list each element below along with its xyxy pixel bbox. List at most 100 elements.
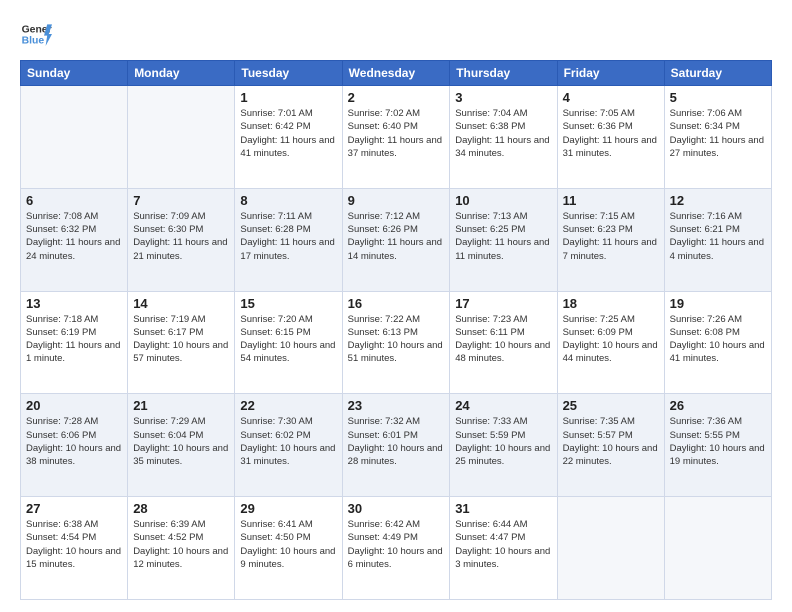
header: General Blue	[20, 18, 772, 50]
calendar-cell: 27 Sunrise: 6:38 AMSunset: 4:54 PMDayligh…	[21, 497, 128, 600]
day-number: 12	[670, 193, 766, 208]
day-info: Sunrise: 7:02 AMSunset: 6:40 PMDaylight:…	[348, 107, 445, 160]
calendar-cell: 20 Sunrise: 7:28 AMSunset: 6:06 PMDayligh…	[21, 394, 128, 497]
weekday-header-friday: Friday	[557, 61, 664, 86]
week-row-2: 6 Sunrise: 7:08 AMSunset: 6:32 PMDaylight…	[21, 188, 772, 291]
day-number: 24	[455, 398, 551, 413]
day-info: Sunrise: 6:41 AMSunset: 4:50 PMDaylight:…	[240, 518, 336, 571]
calendar-cell: 21 Sunrise: 7:29 AMSunset: 6:04 PMDayligh…	[128, 394, 235, 497]
day-info: Sunrise: 7:08 AMSunset: 6:32 PMDaylight:…	[26, 210, 122, 263]
day-number: 7	[133, 193, 229, 208]
calendar-cell: 4 Sunrise: 7:05 AMSunset: 6:36 PMDaylight…	[557, 86, 664, 189]
day-number: 23	[348, 398, 445, 413]
calendar: SundayMondayTuesdayWednesdayThursdayFrid…	[20, 60, 772, 600]
calendar-cell: 23 Sunrise: 7:32 AMSunset: 6:01 PMDayligh…	[342, 394, 450, 497]
calendar-cell: 1 Sunrise: 7:01 AMSunset: 6:42 PMDaylight…	[235, 86, 342, 189]
day-number: 1	[240, 90, 336, 105]
week-row-1: 1 Sunrise: 7:01 AMSunset: 6:42 PMDaylight…	[21, 86, 772, 189]
calendar-cell: 17Sunrise: 7:23 AMSunset: 6:11 PMDayligh…	[450, 291, 557, 394]
day-number: 31	[455, 501, 551, 516]
day-number: 25	[563, 398, 659, 413]
day-number: 5	[670, 90, 766, 105]
day-info: Sunrise: 6:38 AMSunset: 4:54 PMDaylight:…	[26, 518, 122, 571]
day-info: Sunrise: 7:18 AMSunset: 6:19 PMDaylight:…	[26, 313, 122, 366]
calendar-cell: 11Sunrise: 7:15 AMSunset: 6:23 PMDayligh…	[557, 188, 664, 291]
day-info: Sunrise: 7:22 AMSunset: 6:13 PMDaylight:…	[348, 313, 445, 366]
day-number: 16	[348, 296, 445, 311]
calendar-cell: 19Sunrise: 7:26 AMSunset: 6:08 PMDayligh…	[664, 291, 771, 394]
calendar-cell: 6 Sunrise: 7:08 AMSunset: 6:32 PMDaylight…	[21, 188, 128, 291]
day-number: 26	[670, 398, 766, 413]
day-number: 13	[26, 296, 122, 311]
calendar-cell: 5 Sunrise: 7:06 AMSunset: 6:34 PMDaylight…	[664, 86, 771, 189]
week-row-4: 20 Sunrise: 7:28 AMSunset: 6:06 PMDayligh…	[21, 394, 772, 497]
day-info: Sunrise: 7:25 AMSunset: 6:09 PMDaylight:…	[563, 313, 659, 366]
calendar-cell: 16 Sunrise: 7:22 AMSunset: 6:13 PMDayligh…	[342, 291, 450, 394]
day-number: 10	[455, 193, 551, 208]
day-number: 15	[240, 296, 336, 311]
weekday-header-wednesday: Wednesday	[342, 61, 450, 86]
day-number: 14	[133, 296, 229, 311]
day-info: Sunrise: 7:28 AMSunset: 6:06 PMDaylight:…	[26, 415, 122, 468]
day-info: Sunrise: 7:29 AMSunset: 6:04 PMDaylight:…	[133, 415, 229, 468]
day-number: 27	[26, 501, 122, 516]
day-info: Sunrise: 6:39 AMSunset: 4:52 PMDaylight:…	[133, 518, 229, 571]
calendar-cell: 12 Sunrise: 7:16 AMSunset: 6:21 PMDayligh…	[664, 188, 771, 291]
day-info: Sunrise: 7:12 AMSunset: 6:26 PMDaylight:…	[348, 210, 445, 263]
calendar-cell: 31 Sunrise: 6:44 AMSunset: 4:47 PMDayligh…	[450, 497, 557, 600]
calendar-cell: 22 Sunrise: 7:30 AMSunset: 6:02 PMDayligh…	[235, 394, 342, 497]
day-number: 3	[455, 90, 551, 105]
weekday-header-thursday: Thursday	[450, 61, 557, 86]
weekday-header-tuesday: Tuesday	[235, 61, 342, 86]
day-number: 6	[26, 193, 122, 208]
day-number: 19	[670, 296, 766, 311]
calendar-cell: 24 Sunrise: 7:33 AMSunset: 5:59 PMDayligh…	[450, 394, 557, 497]
calendar-cell: 30 Sunrise: 6:42 AMSunset: 4:49 PMDayligh…	[342, 497, 450, 600]
day-info: Sunrise: 7:15 AMSunset: 6:23 PMDaylight:…	[563, 210, 659, 263]
day-number: 30	[348, 501, 445, 516]
calendar-cell: 13 Sunrise: 7:18 AMSunset: 6:19 PMDayligh…	[21, 291, 128, 394]
day-number: 18	[563, 296, 659, 311]
calendar-cell: 26 Sunrise: 7:36 AMSunset: 5:55 PMDayligh…	[664, 394, 771, 497]
day-number: 28	[133, 501, 229, 516]
day-info: Sunrise: 7:16 AMSunset: 6:21 PMDaylight:…	[670, 210, 766, 263]
day-number: 17	[455, 296, 551, 311]
day-number: 9	[348, 193, 445, 208]
calendar-cell: 28 Sunrise: 6:39 AMSunset: 4:52 PMDayligh…	[128, 497, 235, 600]
day-info: Sunrise: 7:06 AMSunset: 6:34 PMDaylight:…	[670, 107, 766, 160]
day-info: Sunrise: 7:36 AMSunset: 5:55 PMDaylight:…	[670, 415, 766, 468]
day-info: Sunrise: 7:32 AMSunset: 6:01 PMDaylight:…	[348, 415, 445, 468]
day-number: 29	[240, 501, 336, 516]
day-number: 4	[563, 90, 659, 105]
weekday-header-saturday: Saturday	[664, 61, 771, 86]
day-info: Sunrise: 7:04 AMSunset: 6:38 PMDaylight:…	[455, 107, 551, 160]
day-info: Sunrise: 7:33 AMSunset: 5:59 PMDaylight:…	[455, 415, 551, 468]
day-info: Sunrise: 7:01 AMSunset: 6:42 PMDaylight:…	[240, 107, 336, 160]
calendar-cell: 8 Sunrise: 7:11 AMSunset: 6:28 PMDaylight…	[235, 188, 342, 291]
calendar-cell	[664, 497, 771, 600]
day-number: 20	[26, 398, 122, 413]
calendar-cell: 2 Sunrise: 7:02 AMSunset: 6:40 PMDaylight…	[342, 86, 450, 189]
week-row-3: 13 Sunrise: 7:18 AMSunset: 6:19 PMDayligh…	[21, 291, 772, 394]
day-info: Sunrise: 7:20 AMSunset: 6:15 PMDaylight:…	[240, 313, 336, 366]
calendar-cell: 3 Sunrise: 7:04 AMSunset: 6:38 PMDaylight…	[450, 86, 557, 189]
weekday-header-sunday: Sunday	[21, 61, 128, 86]
calendar-cell: 29 Sunrise: 6:41 AMSunset: 4:50 PMDayligh…	[235, 497, 342, 600]
day-number: 8	[240, 193, 336, 208]
calendar-cell	[128, 86, 235, 189]
day-info: Sunrise: 6:42 AMSunset: 4:49 PMDaylight:…	[348, 518, 445, 571]
day-number: 22	[240, 398, 336, 413]
day-info: Sunrise: 7:19 AMSunset: 6:17 PMDaylight:…	[133, 313, 229, 366]
svg-text:Blue: Blue	[22, 36, 45, 47]
day-number: 2	[348, 90, 445, 105]
week-row-5: 27 Sunrise: 6:38 AMSunset: 4:54 PMDayligh…	[21, 497, 772, 600]
calendar-cell	[21, 86, 128, 189]
day-number: 21	[133, 398, 229, 413]
day-info: Sunrise: 7:09 AMSunset: 6:30 PMDaylight:…	[133, 210, 229, 263]
weekday-header-monday: Monday	[128, 61, 235, 86]
day-info: Sunrise: 6:44 AMSunset: 4:47 PMDaylight:…	[455, 518, 551, 571]
day-info: Sunrise: 7:11 AMSunset: 6:28 PMDaylight:…	[240, 210, 336, 263]
day-info: Sunrise: 7:05 AMSunset: 6:36 PMDaylight:…	[563, 107, 659, 160]
day-info: Sunrise: 7:30 AMSunset: 6:02 PMDaylight:…	[240, 415, 336, 468]
calendar-cell: 15 Sunrise: 7:20 AMSunset: 6:15 PMDayligh…	[235, 291, 342, 394]
